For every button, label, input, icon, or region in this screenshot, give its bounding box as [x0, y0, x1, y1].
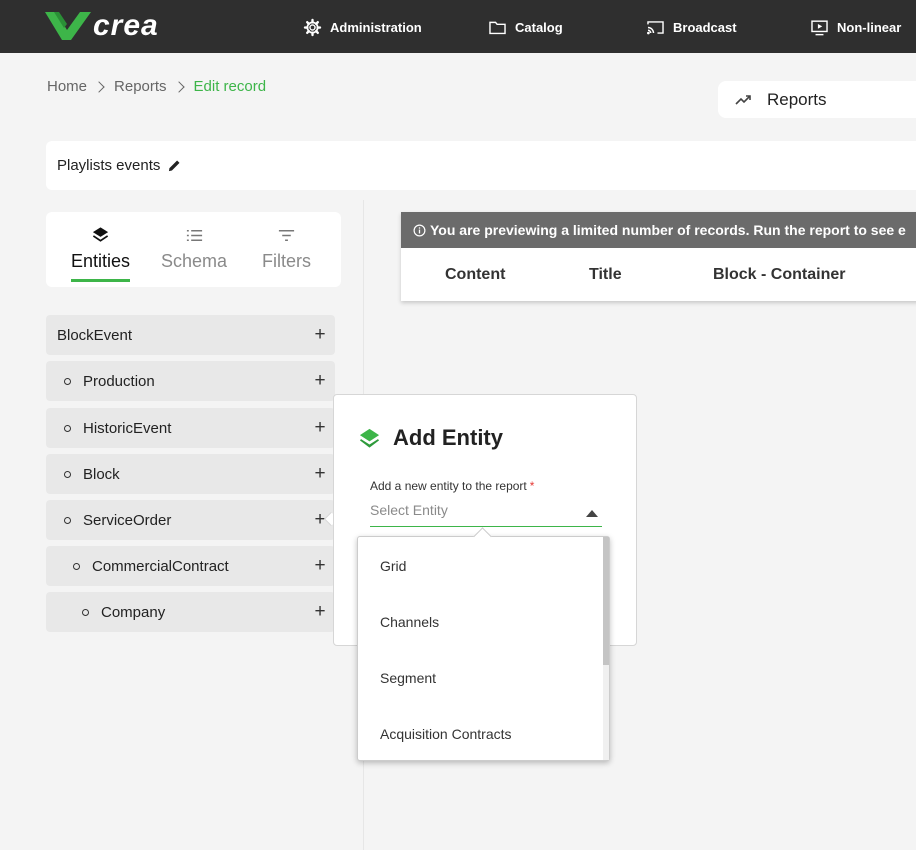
dropdown-option-segment[interactable]: Segment	[380, 670, 436, 686]
entity-row-serviceorder[interactable]: ServiceOrder +	[46, 500, 335, 540]
column-header[interactable]: Content	[445, 266, 505, 284]
active-tab-indicator	[71, 279, 130, 282]
cast-icon	[647, 20, 664, 34]
tab-schema[interactable]: Schema	[161, 226, 227, 272]
dropdown-option-grid[interactable]: Grid	[380, 558, 406, 574]
nav-broadcast[interactable]: Broadcast	[646, 14, 737, 40]
tab-label: Filters	[262, 251, 311, 271]
play-screen-icon	[811, 19, 828, 35]
entity-field-label: Add a new entity to the report *	[370, 479, 534, 493]
nav-label: Broadcast	[673, 19, 737, 35]
modal-title-text: Add Entity	[393, 425, 503, 450]
chevron-right-icon	[93, 80, 105, 93]
entity-row-block[interactable]: Block +	[46, 454, 335, 494]
entity-label: ServiceOrder	[83, 511, 172, 529]
select-placeholder: Select Entity	[370, 502, 448, 518]
layers-icon	[359, 428, 380, 448]
record-title: Playlists events	[57, 157, 161, 174]
tab-entities[interactable]: Entities	[71, 226, 130, 272]
entity-row-company[interactable]: Company +	[46, 592, 335, 632]
brand-name: crea	[93, 9, 159, 42]
entity-label: CommercialContract	[92, 557, 229, 575]
bullet-icon	[64, 470, 71, 478]
gear-icon	[303, 18, 322, 36]
breadcrumb-reports[interactable]: Reports	[114, 78, 167, 95]
nav-label: Administration	[330, 19, 422, 35]
required-mark: *	[529, 479, 535, 493]
entity-row-production[interactable]: Production +	[46, 361, 335, 401]
record-title-card: Playlists events	[46, 141, 916, 190]
nav-administration[interactable]: Administration	[303, 14, 422, 40]
add-entity-plus-icon[interactable]: +	[305, 417, 335, 439]
add-entity-plus-icon[interactable]: +	[305, 555, 335, 577]
dropdown-scrollbar[interactable]	[603, 537, 609, 760]
info-icon	[413, 224, 426, 236]
breadcrumb-home[interactable]: Home	[47, 78, 87, 95]
list-icon	[186, 229, 202, 242]
entity-label: Block	[83, 465, 120, 483]
entity-label: Company	[101, 603, 166, 621]
bullet-icon	[64, 377, 71, 385]
reports-button[interactable]: Reports	[718, 81, 916, 118]
scrollbar-thumb[interactable]	[603, 537, 609, 665]
nav-non-linear[interactable]: Non-linear	[810, 14, 901, 40]
preview-banner: You are previewing a limited number of r…	[401, 212, 916, 248]
bullet-icon	[64, 516, 71, 524]
breadcrumb-current: Edit record	[193, 78, 267, 95]
brand-logo[interactable]: crea	[45, 10, 159, 42]
column-header[interactable]: Block - Container	[713, 266, 845, 284]
entity-dropdown: Grid Channels Segment Acquisition Contra…	[357, 536, 610, 761]
entity-row-historicevent[interactable]: HistoricEvent +	[46, 408, 335, 448]
add-entity-plus-icon[interactable]: +	[305, 463, 335, 485]
breadcrumb: Home Reports Edit record	[47, 78, 266, 95]
bullet-icon	[64, 424, 71, 432]
filter-icon	[278, 229, 295, 242]
add-entity-plus-icon[interactable]: +	[305, 601, 335, 623]
layers-icon	[92, 227, 109, 242]
pencil-icon[interactable]	[168, 159, 181, 172]
nav-catalog[interactable]: Catalog	[488, 14, 563, 40]
nav-label: Catalog	[515, 19, 563, 35]
folder-icon	[489, 21, 506, 34]
entity-row-commercialcontract[interactable]: CommercialContract +	[46, 546, 335, 586]
entity-row-blockevent[interactable]: BlockEvent +	[46, 315, 335, 355]
reports-label: Reports	[767, 89, 827, 109]
preview-banner-text: You are previewing a limited number of r…	[430, 222, 906, 238]
tab-label: Entities	[71, 251, 131, 271]
top-bar: crea Administration Catalog Broadcast No…	[0, 0, 916, 53]
chevron-right-icon	[172, 80, 185, 93]
preview-table: You are previewing a limited number of r…	[401, 212, 916, 301]
column-header[interactable]: Title	[589, 266, 622, 284]
crea-logo-mark-icon	[45, 12, 91, 40]
caret-up-icon	[586, 510, 598, 517]
dropdown-option-channels[interactable]: Channels	[380, 614, 439, 630]
bullet-icon	[82, 608, 89, 616]
trending-up-icon	[735, 94, 751, 105]
entity-label: BlockEvent	[57, 326, 133, 344]
field-label-text: Add a new entity to the report	[370, 479, 527, 493]
entity-select[interactable]: Select Entity	[370, 499, 602, 527]
modal-title: Add Entity	[358, 425, 503, 451]
bullet-icon	[73, 562, 80, 570]
add-entity-plus-icon[interactable]: +	[305, 370, 335, 392]
tab-label: Schema	[161, 251, 228, 271]
nav-label: Non-linear	[837, 19, 902, 35]
entity-label: Production	[83, 372, 155, 390]
preview-table-header: Content Title Block - Container	[401, 248, 916, 301]
entity-label: HistoricEvent	[83, 419, 172, 437]
dropdown-option-acquisition-contracts[interactable]: Acquisition Contracts	[380, 726, 512, 742]
sidebar-tabs: Entities Schema Filters	[46, 212, 341, 287]
add-entity-plus-icon[interactable]: +	[305, 324, 335, 346]
tab-filters[interactable]: Filters	[262, 226, 311, 272]
